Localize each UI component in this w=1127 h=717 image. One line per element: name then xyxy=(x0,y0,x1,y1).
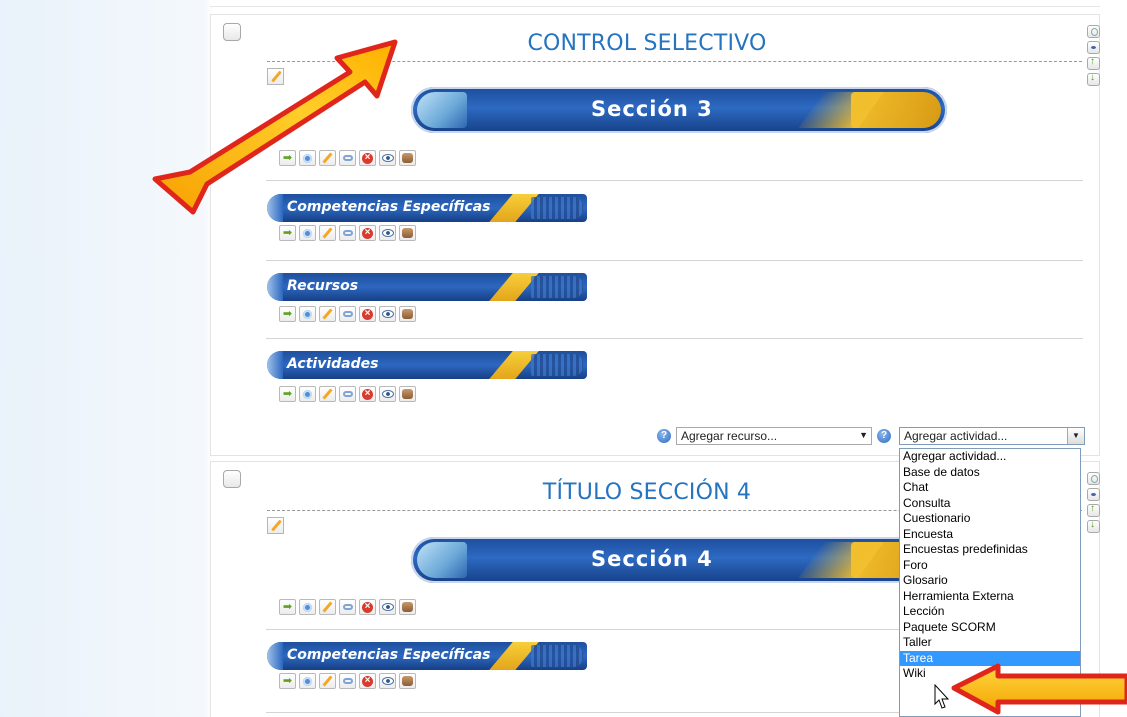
move-icon[interactable] xyxy=(299,386,316,402)
subsection-label: Competencias Específicas xyxy=(287,647,491,663)
activity-option[interactable]: Glosario xyxy=(900,573,1080,589)
annotation-arrow-icon xyxy=(951,663,1127,715)
group-icon[interactable] xyxy=(399,225,416,241)
group-icon[interactable] xyxy=(399,306,416,322)
section-banner: Sección 4 xyxy=(411,537,947,583)
roles-icon[interactable] xyxy=(339,306,356,322)
section-banner: Sección 3 xyxy=(411,87,947,133)
section-banner-title: Sección 3 xyxy=(591,97,713,121)
delete-icon[interactable] xyxy=(359,599,376,615)
move-icon[interactable] xyxy=(299,599,316,615)
activity-option[interactable]: Base de datos xyxy=(900,465,1080,481)
group-icon[interactable] xyxy=(399,386,416,402)
group-icon[interactable] xyxy=(399,673,416,689)
edit-icon[interactable] xyxy=(319,673,336,689)
roles-icon[interactable] xyxy=(339,386,356,402)
move-right-icon[interactable] xyxy=(279,225,296,241)
activity-option[interactable]: Cuestionario xyxy=(900,511,1080,527)
subsection-banner: Actividades xyxy=(267,351,587,379)
section-banner-title: Sección 4 xyxy=(591,547,713,571)
activity-option[interactable]: Encuestas predefinidas xyxy=(900,542,1080,558)
edit-icon[interactable] xyxy=(319,225,336,241)
previous-section-edge xyxy=(210,0,1100,7)
move-right-icon[interactable] xyxy=(279,599,296,615)
move-icon[interactable] xyxy=(299,673,316,689)
move-right-icon[interactable] xyxy=(279,673,296,689)
divider xyxy=(266,712,906,713)
highlight-icon[interactable] xyxy=(1087,25,1100,38)
subsection-actions xyxy=(279,225,416,241)
hide-icon[interactable] xyxy=(379,306,396,322)
help-icon[interactable]: ? xyxy=(877,429,891,443)
activity-option[interactable]: Encuesta xyxy=(900,527,1080,543)
hide-icon[interactable] xyxy=(379,673,396,689)
activity-option[interactable]: Lección xyxy=(900,604,1080,620)
subsection-actions xyxy=(279,386,416,402)
highlight-icon[interactable] xyxy=(1087,472,1100,485)
divider xyxy=(266,629,906,630)
cursor-icon xyxy=(934,684,950,709)
logo-emblem-icon xyxy=(417,92,467,128)
subsection-label: Actividades xyxy=(287,356,379,372)
delete-icon[interactable] xyxy=(359,225,376,241)
chevron-down-icon[interactable]: ▼ xyxy=(1067,428,1084,444)
logo-emblem-icon xyxy=(417,542,467,578)
move-up-icon[interactable] xyxy=(1087,503,1100,517)
activity-option[interactable]: Agregar actividad... xyxy=(900,449,1080,465)
annotation-arrow-icon xyxy=(152,39,398,215)
section-side-controls xyxy=(1087,25,1101,86)
edit-icon[interactable] xyxy=(319,386,336,402)
move-down-icon[interactable] xyxy=(1087,519,1100,533)
roles-icon[interactable] xyxy=(339,225,356,241)
section-select-checkbox[interactable] xyxy=(223,470,241,488)
subsection-actions xyxy=(279,306,416,322)
subsection-label: Recursos xyxy=(287,278,359,294)
divider xyxy=(266,260,1083,261)
edit-icon[interactable] xyxy=(319,599,336,615)
help-icon[interactable]: ? xyxy=(657,429,671,443)
hide-icon[interactable] xyxy=(379,599,396,615)
move-icon[interactable] xyxy=(299,225,316,241)
subsection-banner: Recursos xyxy=(267,273,587,301)
roles-icon[interactable] xyxy=(339,673,356,689)
move-right-icon[interactable] xyxy=(279,306,296,322)
activity-option[interactable]: Chat xyxy=(900,480,1080,496)
hide-icon[interactable] xyxy=(379,225,396,241)
roles-icon[interactable] xyxy=(339,599,356,615)
move-icon[interactable] xyxy=(299,306,316,322)
show-icon[interactable] xyxy=(1087,41,1100,54)
activity-option[interactable]: Herramienta Externa xyxy=(900,589,1080,605)
delete-icon[interactable] xyxy=(359,306,376,322)
activity-option[interactable]: Foro xyxy=(900,558,1080,574)
activity-option[interactable]: Taller xyxy=(900,635,1080,651)
activity-option[interactable]: Consulta xyxy=(900,496,1080,512)
add-activity-select[interactable]: Agregar actividad... ▼ xyxy=(899,427,1085,445)
delete-icon[interactable] xyxy=(359,386,376,402)
edit-icon[interactable] xyxy=(319,306,336,322)
group-icon[interactable] xyxy=(399,599,416,615)
hide-icon[interactable] xyxy=(379,386,396,402)
divider xyxy=(266,338,1083,339)
subsection-banner: Competencias Específicas xyxy=(267,642,587,670)
move-right-icon[interactable] xyxy=(279,386,296,402)
show-icon[interactable] xyxy=(1087,488,1100,501)
activity-option[interactable]: Paquete SCORM xyxy=(900,620,1080,636)
move-down-icon[interactable] xyxy=(1087,72,1100,86)
building-graphic xyxy=(851,92,941,128)
section-side-controls xyxy=(1087,472,1101,533)
chevron-down-icon: ▼ xyxy=(859,430,868,440)
subsection-actions xyxy=(279,673,416,689)
section-banner-actions xyxy=(279,599,416,615)
edit-summary-icon[interactable] xyxy=(267,517,284,534)
add-resource-select[interactable]: Agregar recurso... ▼ xyxy=(676,427,872,445)
move-up-icon[interactable] xyxy=(1087,56,1100,70)
delete-icon[interactable] xyxy=(359,673,376,689)
